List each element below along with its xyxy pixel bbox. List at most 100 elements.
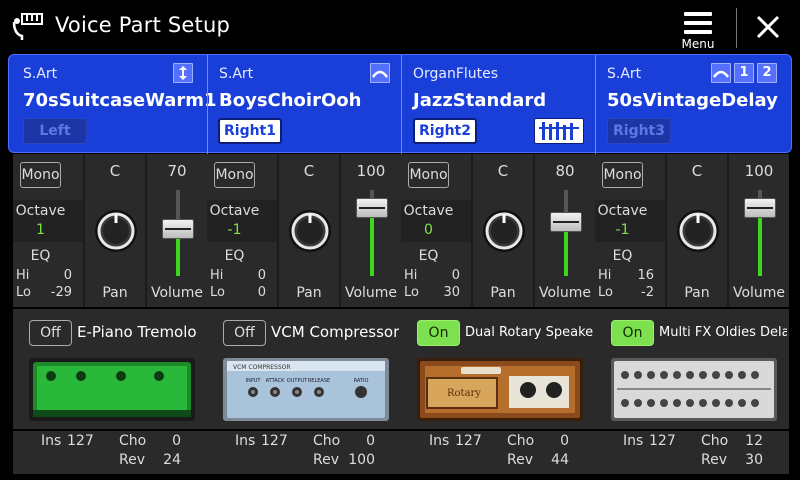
eq-label[interactable]: EQ	[595, 248, 650, 264]
cho-label: Cho	[119, 433, 147, 449]
pan-value: C	[109, 162, 121, 180]
volume-column: 100 Volume	[341, 154, 401, 307]
part-header-right2[interactable]: OrganFlutes JazzStandard Right2	[401, 55, 595, 154]
octave-value: -1	[615, 222, 630, 238]
eq-lo-value: -29	[50, 285, 72, 300]
rev-value: 100	[348, 452, 375, 468]
cho-value: 0	[560, 433, 569, 449]
drawbars-icon[interactable]	[534, 118, 584, 144]
octave-label: Octave	[403, 203, 454, 219]
cho-value: 0	[366, 433, 375, 449]
eq-hi-value: 0	[257, 268, 266, 283]
page-title: Voice Part Setup	[55, 13, 231, 37]
eq-hi-value: 0	[63, 268, 72, 283]
mono-button[interactable]: Mono	[214, 162, 255, 188]
eq-label[interactable]: EQ	[13, 248, 68, 264]
title-divider	[736, 8, 737, 48]
cho-value: 0	[172, 433, 181, 449]
mono-button[interactable]: Mono	[408, 162, 449, 188]
eq-label[interactable]: EQ	[401, 248, 456, 264]
pan-label: Pan	[684, 285, 710, 301]
effect-toggle[interactable]: On	[417, 320, 460, 346]
ins-value: 127	[649, 433, 676, 449]
insertion-effect: Off E-Piano Tremolo	[13, 309, 207, 429]
effect-name[interactable]: Multi FX Oldies Delay	[659, 325, 787, 340]
insertion-effect: Off VCM Compressor VCM COMPRESSOR INPUT …	[207, 309, 401, 429]
ins-label: Ins	[623, 433, 644, 449]
effect-toggle[interactable]: Off	[29, 320, 72, 346]
part-header-left[interactable]: S.Art 70sSuitcaseWarm1 Left	[9, 55, 217, 154]
volume-slider-handle[interactable]	[162, 219, 194, 239]
pan-column: C Pan	[667, 154, 727, 307]
eq-lo-value: -2	[641, 285, 654, 300]
title-bar: Voice Part Setup Menu	[0, 0, 800, 54]
octave-control[interactable]: Octave -1	[207, 200, 277, 242]
volume-slider-handle[interactable]	[550, 212, 582, 232]
effect-graphic[interactable]	[611, 358, 777, 421]
ins-label: Ins	[429, 433, 450, 449]
octave-value: -1	[227, 222, 242, 238]
part-header-right1[interactable]: S.Art BoysChoirOoh Right1	[207, 55, 401, 154]
volume-label: Volume	[344, 285, 398, 301]
effect-toggle[interactable]: Off	[223, 320, 266, 346]
part-controls: Mono Octave 1 EQ Hi 0 Lo -29 C Pan 70 Volu…	[13, 154, 207, 307]
volume-label: Volume	[150, 285, 204, 301]
tag-2-badge: 2	[757, 63, 777, 83]
effect-graphic[interactable]	[29, 358, 195, 421]
eq-label[interactable]: EQ	[207, 248, 262, 264]
mono-octave-eq-column: Mono Octave 1 EQ Hi 0 Lo -29	[13, 154, 83, 307]
pan-label: Pan	[490, 285, 516, 301]
volume-value: 100	[356, 162, 386, 180]
volume-column: 70 Volume	[147, 154, 207, 307]
voice-category: S.Art	[219, 66, 254, 82]
part-send-info: Ins 127 Cho 0 Rev 24	[13, 431, 207, 474]
svg-text:VCM COMPRESSOR: VCM COMPRESSOR	[233, 364, 291, 371]
part-toggle-left[interactable]: Left	[23, 118, 87, 144]
octave-label: Octave	[15, 203, 66, 219]
mono-button[interactable]: Mono	[602, 162, 643, 188]
ins-value: 127	[455, 433, 482, 449]
eq-hi-value: 0	[451, 268, 460, 283]
volume-level	[176, 237, 180, 276]
close-button[interactable]	[752, 10, 784, 44]
effect-graphic[interactable]: Rotary	[417, 358, 583, 421]
voice-name[interactable]: JazzStandard	[413, 90, 546, 111]
effect-graphic[interactable]: VCM COMPRESSOR INPUT ATTACK OUTPUT RELEA…	[223, 358, 389, 421]
pan-value: C	[303, 162, 315, 180]
part-toggle-right3[interactable]: Right3	[607, 118, 671, 144]
voice-name[interactable]: 50sVintageDelay	[607, 90, 778, 111]
effect-name[interactable]: Dual Rotary Speaker Br~	[465, 325, 593, 340]
part-toggle-right1[interactable]: Right1	[218, 118, 282, 144]
cho-label: Cho	[313, 433, 341, 449]
volume-slider-handle[interactable]	[356, 198, 388, 218]
effect-toggle[interactable]: On	[611, 320, 654, 346]
volume-level	[758, 216, 762, 276]
octave-control[interactable]: Octave -1	[595, 200, 665, 242]
pan-column: C Pan	[85, 154, 145, 307]
octave-control[interactable]: Octave 1	[13, 200, 83, 242]
part-header-right3[interactable]: S.Art 1 2 50sVintageDelay Right3	[595, 55, 791, 154]
voice-name[interactable]: 70sSuitcaseWarm1	[23, 90, 217, 111]
mono-button[interactable]: Mono	[20, 162, 61, 188]
menu-button[interactable]: Menu	[676, 8, 720, 52]
volume-level	[370, 216, 374, 276]
voice-category: OrganFlutes	[413, 66, 499, 82]
pan-knob[interactable]	[287, 208, 333, 254]
pan-knob[interactable]	[675, 208, 721, 254]
arc-icon	[370, 63, 390, 83]
pan-knob[interactable]	[93, 208, 139, 254]
eq-lo-value: 30	[443, 285, 460, 300]
svg-text:INPUT: INPUT	[246, 378, 262, 384]
volume-slider-handle[interactable]	[744, 198, 776, 218]
pan-knob[interactable]	[481, 208, 527, 254]
voice-name[interactable]: BoysChoirOoh	[219, 90, 361, 111]
insertion-effect: On Multi FX Oldies Delay	[595, 309, 789, 429]
pan-label: Pan	[296, 285, 322, 301]
volume-column: 80 Volume	[535, 154, 595, 307]
octave-control[interactable]: Octave 0	[401, 200, 471, 242]
cho-label: Cho	[507, 433, 535, 449]
effect-name[interactable]: VCM Compressor	[271, 323, 399, 341]
part-toggle-right2[interactable]: Right2	[413, 118, 477, 144]
volume-label: Volume	[732, 285, 786, 301]
effect-name[interactable]: E-Piano Tremolo	[77, 323, 205, 341]
